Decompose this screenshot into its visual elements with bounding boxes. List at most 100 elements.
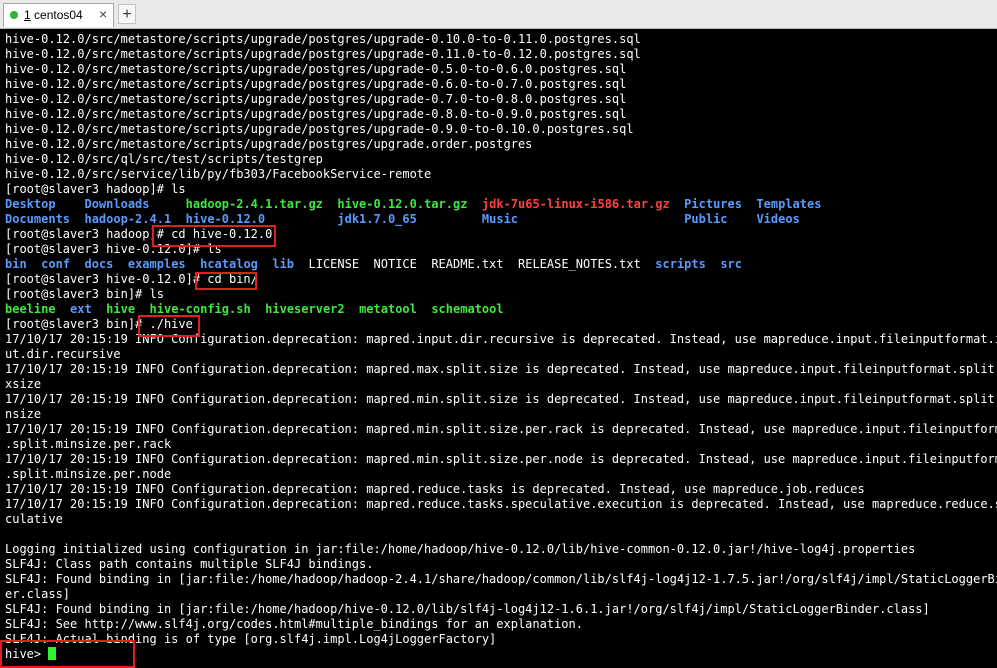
- connection-status-icon: [10, 11, 18, 19]
- terminal-text: src: [720, 257, 742, 271]
- session-tab-number: 1: [24, 8, 31, 22]
- terminal-line: SLF4J: Found binding in [jar:file:/home/…: [5, 572, 997, 587]
- command-highlight-cd-hive: [152, 225, 276, 247]
- terminal-text: scripts: [655, 257, 706, 271]
- terminal-line: hive-0.12.0/src/metastore/scripts/upgrad…: [5, 107, 626, 122]
- terminal-text: hive-0.12.0/src/metastore/scripts/upgrad…: [5, 122, 634, 136]
- terminal-text: SLF4J: See http://www.slf4j.org/codes.ht…: [5, 617, 583, 631]
- terminal-text: hive-0.12.0/src/metastore/scripts/upgrad…: [5, 92, 627, 106]
- terminal-text: Public: [684, 212, 728, 226]
- terminal-text: jdk-7u65-linux-i586.tar.gz: [481, 197, 670, 211]
- terminal-text: 17/10/17 20:15:19 INFO Configuration.dep…: [5, 482, 865, 496]
- terminal-line: hive-0.12.0/src/metastore/scripts/upgrad…: [5, 62, 626, 77]
- terminal-text: 17/10/17 20:15:19 INFO Configuration.dep…: [5, 452, 997, 466]
- terminal-text: Documents: [5, 212, 71, 226]
- terminal-text: 17/10/17 20:15:19 INFO Configuration.dep…: [5, 422, 997, 436]
- terminal-text: lib: [272, 257, 295, 271]
- terminal-text: [root@slaver3 hadoop]# ls: [5, 182, 186, 196]
- command-highlight-cd-bin: [195, 272, 257, 290]
- terminal-output[interactable]: hive> SLF4J: Actual binding is of type […: [0, 30, 997, 668]
- terminal-line: hive-0.12.0/src/service/lib/py/fb303/Fac…: [5, 167, 431, 182]
- terminal-text: ext: [70, 302, 92, 316]
- terminal-line: nsize: [5, 407, 41, 422]
- terminal-line: SLF4J: See http://www.slf4j.org/codes.ht…: [5, 617, 583, 632]
- terminal-line: 17/10/17 20:15:19 INFO Configuration.dep…: [5, 422, 997, 437]
- terminal-line: culative: [5, 512, 63, 527]
- terminal-text: Logging initialized using configuration …: [5, 542, 916, 556]
- terminal-line: Logging initialized using configuration …: [5, 542, 915, 557]
- terminal-text: [root@slaver3 bin]# ls: [5, 287, 164, 301]
- close-tab-icon[interactable]: ×: [99, 6, 107, 22]
- session-tab[interactable]: 1 centos04 ×: [3, 3, 114, 27]
- terminal-text: xsize: [5, 377, 42, 391]
- command-highlight-run-hive: [138, 315, 200, 337]
- terminal-line: hive-0.12.0/src/metastore/scripts/upgrad…: [5, 137, 532, 152]
- terminal-text: schematool: [431, 302, 504, 316]
- terminal-text: hcatalog: [200, 257, 258, 271]
- terminal-text: jdk1.7.0_65: [337, 212, 417, 226]
- terminal-text: hive-0.12.0/src/metastore/scripts/upgrad…: [5, 137, 533, 151]
- terminal-text: docs: [84, 257, 114, 271]
- terminal-line: hive-0.12.0/src/metastore/scripts/upgrad…: [5, 47, 641, 62]
- terminal-line: 17/10/17 20:15:19 INFO Configuration.dep…: [5, 392, 997, 407]
- terminal-text: beeline: [5, 302, 56, 316]
- terminal-line: hive-0.12.0/src/metastore/scripts/upgrad…: [5, 32, 641, 47]
- terminal-text: .split.minsize.per.rack: [5, 437, 172, 451]
- terminal-line: hive-0.12.0/src/metastore/scripts/upgrad…: [5, 77, 626, 92]
- terminal-text: hive-0.12.0.tar.gz: [337, 197, 468, 211]
- terminal-line: hive-0.12.0/src/metastore/scripts/upgrad…: [5, 92, 626, 107]
- terminal-text: Pictures: [684, 197, 742, 211]
- terminal-text: culative: [5, 512, 63, 526]
- terminal-text: conf: [41, 257, 71, 271]
- terminal-text: Desktop: [5, 197, 56, 211]
- terminal-text: SLF4J: Class path contains multiple SLF4…: [5, 557, 374, 571]
- session-tab-label: 1 centos04: [24, 8, 83, 22]
- terminal-text: metatool: [359, 302, 417, 316]
- terminal-line: 17/10/17 20:15:19 INFO Configuration.dep…: [5, 452, 997, 467]
- terminal-line: ut.dir.recursive: [5, 347, 121, 362]
- terminal-line: .split.minsize.per.rack: [5, 437, 171, 452]
- terminal-line: xsize: [5, 377, 41, 392]
- terminal-text: hive-0.12.0/src/ql/src/test/scripts/test…: [5, 152, 323, 166]
- terminal-text: Videos: [756, 212, 800, 226]
- terminal-line: SLF4J: Found binding in [jar:file:/home/…: [5, 602, 930, 617]
- terminal-text: hive-0.12.0/src/metastore/scripts/upgrad…: [5, 32, 641, 46]
- terminal-line: 17/10/17 20:15:19 INFO Configuration.dep…: [5, 497, 997, 512]
- terminal-line: [root@slaver3 hadoop]# ls: [5, 182, 186, 197]
- terminal-text: SLF4J: Found binding in [jar:file:/home/…: [5, 572, 997, 586]
- terminal-text: ut.dir.recursive: [5, 347, 121, 361]
- terminal-text: hive-config.sh: [149, 302, 251, 316]
- terminal-text: hadoop-2.4.1.tar.gz: [185, 197, 323, 211]
- terminal-line: 17/10/17 20:15:19 INFO Configuration.dep…: [5, 362, 997, 377]
- terminal-text: Templates: [756, 197, 822, 211]
- terminal-text: hiveserver2: [265, 302, 345, 316]
- terminal-text: hive-0.12.0/src/metastore/scripts/upgrad…: [5, 62, 627, 76]
- terminal-text: er.class]: [5, 587, 71, 601]
- terminal-text: 17/10/17 20:15:19 INFO Configuration.dep…: [5, 392, 997, 406]
- terminal-line: [root@slaver3 bin]# ls: [5, 287, 164, 302]
- terminal-text: hive-0.12.0/src/metastore/scripts/upgrad…: [5, 47, 641, 61]
- terminal-line: bin conf docs examples hcatalog lib LICE…: [5, 257, 742, 272]
- terminal-text: 17/10/17 20:15:19 INFO Configuration.dep…: [5, 362, 997, 376]
- new-tab-button[interactable]: +: [118, 4, 136, 24]
- terminal-text: hive-0.12.0: [185, 212, 266, 226]
